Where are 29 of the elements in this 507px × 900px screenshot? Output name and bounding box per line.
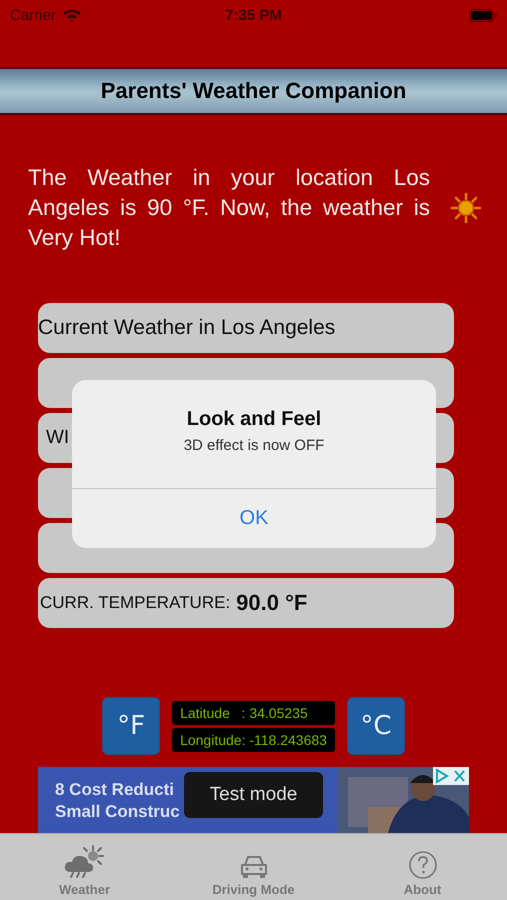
row-value: 90.0 °F [236,590,308,616]
tab[interactable]: Driving Mode [169,834,338,900]
ad-banner[interactable]: 8 Cost Reducti Small Construc Test mode [38,767,469,833]
ad-choices-icon[interactable] [433,767,469,785]
alert-title: Look and Feel [186,408,322,431]
celsius-button[interactable]: °C [346,697,405,755]
fahrenheit-button[interactable]: °F [102,697,160,755]
sun-icon [450,192,482,224]
tab[interactable]: About [338,834,507,900]
app-title: Parents' Weather Companion [100,78,406,104]
row-label: CURR. TEMPERATURE: [40,593,230,613]
coordinate-text: Latitude : 34.05235 [172,700,335,724]
battery-icon [469,8,497,22]
carrier-label: Carrier [10,6,56,24]
ad-headline: Small Construc [55,801,180,823]
row-label: WI [46,427,70,449]
coordinate-text: Longitude: -118.243683 [172,728,335,752]
help-icon [408,850,438,880]
alert-message: 3D effect is now OFF [184,437,324,454]
row-heading: Current Weather in Los Angeles [38,316,336,340]
car-icon [238,854,268,880]
ad-headline: 8 Cost Reducti [55,779,176,801]
wifi-icon [62,8,82,22]
weather-message: The Weather in your location Los Angeles is 90 °F. Now, the weather is Very Hot! [28,164,430,252]
tab[interactable]: Weather [0,834,169,900]
ok-button[interactable]: OK [72,488,436,548]
cloud-sun-icon [62,844,106,880]
toast: Test mode [184,772,323,818]
status-time: 7:35 PM [225,6,282,24]
